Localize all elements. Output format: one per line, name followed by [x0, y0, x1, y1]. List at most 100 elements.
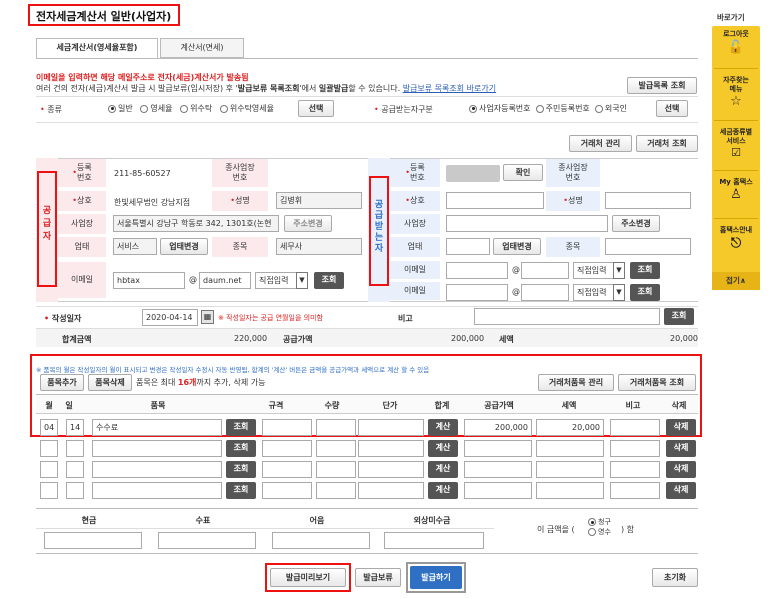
calendar-icon[interactable]: ▦: [201, 310, 214, 324]
claim-option-request[interactable]: 청구: [588, 517, 611, 527]
supplier-email-id[interactable]: hbtax: [113, 272, 185, 289]
sidebar-item-tax-service[interactable]: 세금종류별 서비스 ☑: [710, 128, 762, 160]
row-price[interactable]: [358, 461, 424, 478]
row-supply[interactable]: 200,000: [464, 419, 532, 436]
kind-option-consign[interactable]: 위수탁: [180, 104, 212, 113]
row-supply[interactable]: [464, 440, 532, 457]
supplier-email-domain[interactable]: daum.net: [199, 272, 251, 289]
memo-search-button[interactable]: 조회: [664, 308, 694, 325]
kind-option-general[interactable]: 일반: [108, 104, 133, 113]
row-delete-button[interactable]: 삭제: [666, 440, 696, 457]
row-price[interactable]: [358, 419, 424, 436]
row-delete-button[interactable]: 삭제: [666, 482, 696, 499]
row-memo[interactable]: [610, 482, 660, 499]
receiver-type-change-button[interactable]: 업태변경: [493, 238, 541, 255]
row-item[interactable]: [92, 440, 222, 457]
receiver-addr-change-button[interactable]: 주소변경: [612, 215, 660, 232]
row-price[interactable]: [358, 482, 424, 499]
row-qty[interactable]: [316, 440, 356, 457]
receiver-email-search-button[interactable]: 조회: [630, 262, 660, 279]
receiver-confirm-button[interactable]: 확인: [503, 164, 543, 181]
claim-option-receipt[interactable]: 영수: [588, 527, 611, 537]
supplier-addr-change-button[interactable]: 주소변경: [284, 215, 332, 232]
row-day[interactable]: [66, 482, 84, 499]
sidebar-item-my-hometax[interactable]: My 홈택스 ♙: [710, 178, 762, 203]
row-spec[interactable]: [262, 482, 312, 499]
pay-credit-field[interactable]: [384, 532, 484, 549]
row-calc-button[interactable]: 계산: [428, 440, 458, 457]
supplier-ceo-field[interactable]: 김병휘: [276, 192, 362, 209]
row-delete-button[interactable]: 삭제: [666, 419, 696, 436]
pay-note-field[interactable]: [272, 532, 370, 549]
row-month[interactable]: [40, 482, 58, 499]
sidebar-item-guide[interactable]: 홈택스안내 ⎋: [710, 226, 762, 253]
preview-button[interactable]: 발급미리보기: [270, 568, 346, 587]
row-calc-button[interactable]: 계산: [428, 482, 458, 499]
recv-option-biz[interactable]: 사업자등록번호: [469, 104, 531, 113]
item-partner-search-button[interactable]: 거래처품목 조회: [618, 374, 696, 391]
supplier-type-change-button[interactable]: 업태변경: [160, 238, 208, 255]
sidebar-close[interactable]: 접기∧: [712, 272, 760, 290]
row-day[interactable]: [66, 461, 84, 478]
row-day[interactable]: [66, 440, 84, 457]
row-memo[interactable]: [610, 419, 660, 436]
receiver-addr-field[interactable]: [446, 215, 608, 232]
row-item-search-button[interactable]: 조회: [226, 461, 256, 478]
row-memo[interactable]: [610, 440, 660, 457]
receiver-item-field[interactable]: [605, 238, 691, 255]
row-month[interactable]: [40, 440, 58, 457]
issue-button[interactable]: 발급하기: [410, 566, 462, 589]
row-memo[interactable]: [610, 461, 660, 478]
row-qty[interactable]: [316, 461, 356, 478]
row-spec[interactable]: [262, 461, 312, 478]
receiver-email-domain[interactable]: [521, 262, 569, 279]
row-tax[interactable]: [536, 440, 604, 457]
row-calc-button[interactable]: 계산: [428, 419, 458, 436]
receiver-email2-domain[interactable]: [521, 284, 569, 301]
row-item[interactable]: 수수료: [92, 419, 222, 436]
sidebar-item-logout[interactable]: 로그아웃 🔓: [710, 30, 762, 57]
supplier-item-field[interactable]: 세무사: [276, 238, 362, 255]
row-price[interactable]: [358, 440, 424, 457]
receiver-email-id[interactable]: [446, 262, 508, 279]
row-item-search-button[interactable]: 조회: [226, 419, 256, 436]
row-calc-button[interactable]: 계산: [428, 461, 458, 478]
kind-option-zero[interactable]: 영세율: [140, 104, 172, 113]
hold-list-link[interactable]: 발급보류 목록조회 바로가기: [403, 84, 496, 93]
partner-search-button[interactable]: 거래처 조회: [636, 135, 698, 152]
kind-select-button[interactable]: 선택: [298, 100, 334, 117]
chevron-down-icon[interactable]: ▼: [613, 262, 625, 279]
receiver-ceo-field[interactable]: [605, 192, 691, 209]
item-partner-manage-button[interactable]: 거래처품목 관리: [538, 374, 614, 391]
row-supply[interactable]: [464, 461, 532, 478]
kind-option-consign-zero[interactable]: 위수탁영세율: [219, 104, 274, 113]
chevron-down-icon[interactable]: ▼: [613, 284, 625, 301]
receiver-email2-search-button[interactable]: 조회: [630, 284, 660, 301]
tab-tax-invoice[interactable]: 세금계산서(영세율포함): [36, 38, 158, 58]
row-month[interactable]: 04: [40, 419, 58, 436]
receiver-type-field[interactable]: [446, 238, 490, 255]
issue-list-button[interactable]: 발급목록 조회: [627, 77, 697, 94]
row-item[interactable]: [92, 482, 222, 499]
item-add-button[interactable]: 품목추가: [40, 374, 84, 391]
recv-option-foreign[interactable]: 외국인: [594, 104, 627, 113]
row-month[interactable]: [40, 461, 58, 478]
item-delete-button[interactable]: 품목삭제: [88, 374, 132, 391]
reset-button[interactable]: 초기화: [652, 568, 698, 587]
row-item[interactable]: [92, 461, 222, 478]
row-spec[interactable]: [262, 419, 312, 436]
supplier-email-search-button[interactable]: 조회: [314, 272, 344, 289]
hold-button[interactable]: 발급보류: [355, 568, 401, 587]
recv-option-resident[interactable]: 주민등록번호: [535, 104, 590, 113]
row-delete-button[interactable]: 삭제: [666, 461, 696, 478]
row-qty[interactable]: [316, 419, 356, 436]
row-qty[interactable]: [316, 482, 356, 499]
supplier-addr-field[interactable]: 서울특별시 강남구 학동로 342, 1301호(논현: [113, 215, 279, 232]
row-tax[interactable]: 20,000: [536, 419, 604, 436]
row-spec[interactable]: [262, 440, 312, 457]
tab-invoice-exempt[interactable]: 계산서(면세): [160, 38, 244, 58]
recv-kind-select-button[interactable]: 선택: [656, 100, 688, 117]
row-tax[interactable]: [536, 482, 604, 499]
write-date-field[interactable]: 2020-04-14: [142, 309, 198, 326]
pay-check-field[interactable]: [158, 532, 256, 549]
